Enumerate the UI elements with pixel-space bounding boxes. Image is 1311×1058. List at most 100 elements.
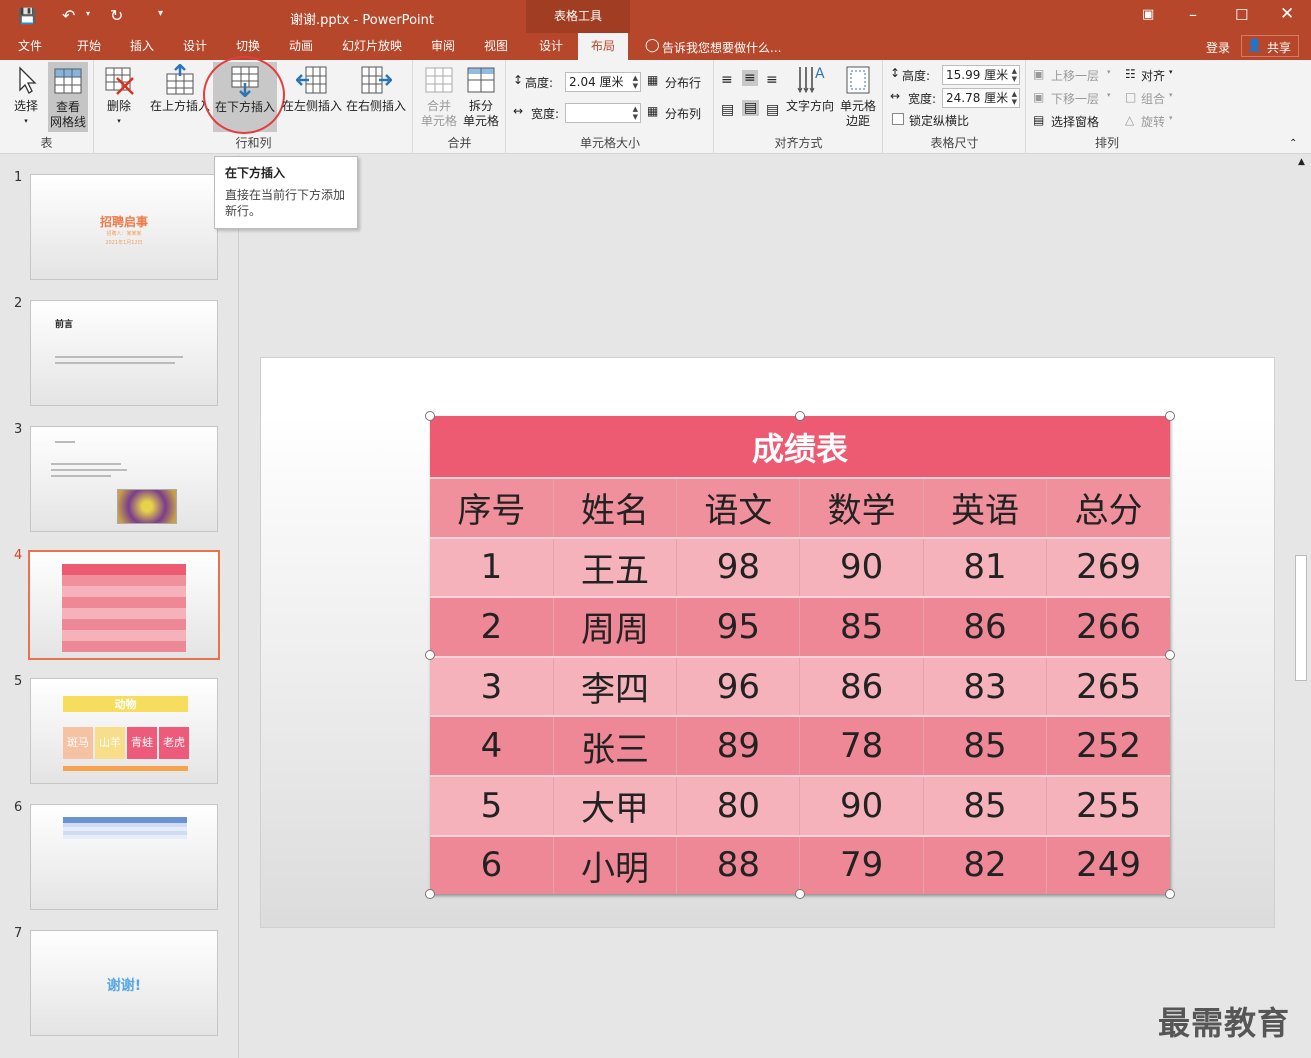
align-right-icon[interactable]: ≡ — [766, 72, 778, 88]
tab-review[interactable]: 审阅 — [419, 33, 467, 60]
slide-thumbnail-3[interactable] — [30, 426, 218, 532]
align-top-icon[interactable]: ▤ — [721, 102, 734, 118]
table-cell[interactable]: 90 — [799, 774, 924, 836]
spinner-arrows-icon[interactable]: ▲ ▼ — [633, 74, 638, 90]
slide-thumbnail-7[interactable]: 谢谢! — [30, 930, 218, 1036]
table-cell[interactable]: 李四 — [552, 655, 677, 717]
vertical-scrollbar[interactable]: ▲ — [1293, 155, 1311, 1058]
tab-file[interactable]: 文件 — [6, 33, 54, 60]
table-cell[interactable]: 5 — [430, 774, 554, 836]
resize-handle-top[interactable] — [795, 411, 805, 421]
customize-qat-icon[interactable]: ▾ — [158, 8, 163, 19]
table-cell[interactable]: 大甲 — [552, 774, 677, 836]
table-height-input[interactable]: 15.99 厘米 ▲ ▼ — [942, 65, 1020, 85]
table-cell[interactable]: 85 — [922, 715, 1047, 776]
ribbon-display-icon[interactable]: ▣ — [1142, 7, 1154, 22]
insert-right-button[interactable]: 在右侧插入 — [345, 64, 407, 114]
text-direction-button[interactable]: A 文字方向 — [785, 64, 835, 114]
group-objects-button[interactable]: 组合 — [1141, 90, 1165, 107]
table-cell[interactable]: 3 — [430, 655, 554, 717]
slide-thumbnail-1[interactable]: 招聘启事 招聘人：某某某 2021年1月12日 — [30, 174, 218, 280]
table-cell[interactable]: 86 — [922, 596, 1047, 657]
align-left-icon[interactable]: ≡ — [721, 72, 733, 88]
align-center-icon[interactable]: ≡ — [742, 70, 758, 86]
maximize-icon[interactable]: ☐ — [1235, 6, 1248, 24]
table-cell[interactable]: 88 — [676, 834, 800, 894]
spinner-arrows-icon[interactable]: ▲ ▼ — [1012, 67, 1017, 83]
resize-handle-bottom-left[interactable] — [425, 889, 435, 899]
split-cells-button[interactable]: 拆分 单元格 — [460, 64, 502, 129]
resize-handle-bottom-right[interactable] — [1165, 889, 1175, 899]
align-objects-button[interactable]: 对齐 — [1141, 67, 1165, 84]
selection-pane-button[interactable]: 选择窗格 — [1051, 113, 1099, 130]
cell-margins-button[interactable]: 单元格 边距 — [835, 64, 881, 129]
table-cell[interactable]: 90 — [799, 536, 924, 598]
table-cell[interactable]: 86 — [799, 655, 924, 717]
header-cell[interactable]: 英语 — [922, 477, 1047, 538]
table-cell[interactable]: 周周 — [552, 596, 677, 657]
tab-animations[interactable]: 动画 — [277, 33, 325, 60]
scrollbar-thumb[interactable] — [1295, 555, 1307, 681]
table-cell[interactable]: 266 — [1046, 596, 1170, 657]
tab-view[interactable]: 视图 — [472, 33, 520, 60]
slide-thumbnail-2[interactable]: 前言 — [30, 300, 218, 406]
scroll-up-icon[interactable]: ▲ — [1298, 157, 1305, 167]
table-cell[interactable]: 2 — [430, 596, 554, 657]
resize-handle-bottom[interactable] — [795, 889, 805, 899]
header-cell[interactable]: 数学 — [799, 477, 924, 538]
table-cell[interactable]: 269 — [1046, 536, 1170, 598]
table-cell[interactable]: 81 — [922, 536, 1047, 598]
tab-home[interactable]: 开始 — [64, 33, 114, 60]
table-cell[interactable]: 79 — [799, 834, 924, 894]
minimize-icon[interactable]: – — [1189, 5, 1197, 24]
table-cell[interactable]: 85 — [922, 774, 1047, 836]
insert-above-button[interactable]: 在上方插入 — [149, 63, 211, 114]
undo-icon[interactable]: ↶ — [62, 6, 75, 25]
align-middle-icon[interactable]: ▤ — [742, 100, 760, 116]
tab-slideshow[interactable]: 幻灯片放映 — [334, 33, 410, 60]
slide-thumbnail-4-selected[interactable] — [28, 550, 220, 660]
resize-handle-top-right[interactable] — [1165, 411, 1175, 421]
resize-handle-top-left[interactable] — [425, 411, 435, 421]
slide-thumbnail-5[interactable]: 动物 斑马 山羊 青蛙 老虎 — [30, 678, 218, 784]
score-table[interactable]: 成绩表 序号 姓名 语文 数学 英语 总分 1 王五 98 90 81 269 … — [430, 416, 1170, 894]
cell-height-input[interactable]: 2.04 厘米 ▲ ▼ — [565, 72, 641, 92]
table-cell[interactable]: 82 — [922, 834, 1047, 894]
table-cell[interactable]: 张三 — [552, 715, 677, 776]
merge-cells-button[interactable]: 合并 单元格 — [418, 64, 460, 129]
resize-handle-left[interactable] — [425, 650, 435, 660]
header-cell[interactable]: 姓名 — [552, 477, 677, 538]
tab-design[interactable]: 设计 — [171, 33, 219, 60]
tab-insert[interactable]: 插入 — [118, 33, 166, 60]
resize-handle-right[interactable] — [1165, 650, 1175, 660]
sign-in-link[interactable]: 登录 — [1206, 39, 1230, 56]
distribute-rows-button[interactable]: 分布行 — [665, 74, 701, 91]
table-cell[interactable]: 96 — [676, 655, 800, 717]
align-bottom-icon[interactable]: ▤ — [766, 102, 779, 118]
table-cell[interactable]: 98 — [676, 536, 800, 598]
close-icon[interactable]: ✕ — [1280, 4, 1294, 24]
table-cell[interactable]: 王五 — [552, 536, 677, 598]
undo-dropdown-icon[interactable]: ▾ — [86, 9, 90, 18]
table-title-cell[interactable]: 成绩表 — [430, 416, 1170, 478]
view-gridlines-button[interactable]: 查看 网格线 — [48, 62, 88, 132]
cell-width-input[interactable]: ▲ ▼ — [565, 103, 641, 123]
slide-thumbnail-6[interactable] — [30, 804, 218, 910]
spinner-arrows-icon[interactable]: ▲ ▼ — [1012, 90, 1017, 106]
header-cell[interactable]: 序号 — [430, 477, 554, 538]
collapse-ribbon-icon[interactable]: ⌃ — [1289, 138, 1297, 149]
table-cell[interactable]: 6 — [430, 834, 554, 894]
delete-button[interactable]: 删除 ▾ — [101, 64, 137, 129]
lock-ratio-checkbox[interactable] — [892, 113, 904, 125]
table-cell[interactable]: 89 — [676, 715, 800, 776]
table-cell[interactable]: 265 — [1046, 655, 1170, 717]
table-cell[interactable]: 249 — [1046, 834, 1170, 894]
insert-left-button[interactable]: 在左侧插入 — [281, 64, 343, 114]
share-button[interactable]: 👤 共享 — [1241, 35, 1299, 57]
distribute-columns-button[interactable]: 分布列 — [665, 105, 701, 122]
tell-me-box[interactable]: 告诉我您想要做什么... — [662, 39, 781, 56]
table-cell[interactable]: 小明 — [552, 834, 677, 894]
bring-forward-button[interactable]: 上移一层 — [1051, 67, 1099, 84]
table-cell[interactable]: 85 — [799, 596, 924, 657]
table-cell[interactable]: 78 — [799, 715, 924, 776]
